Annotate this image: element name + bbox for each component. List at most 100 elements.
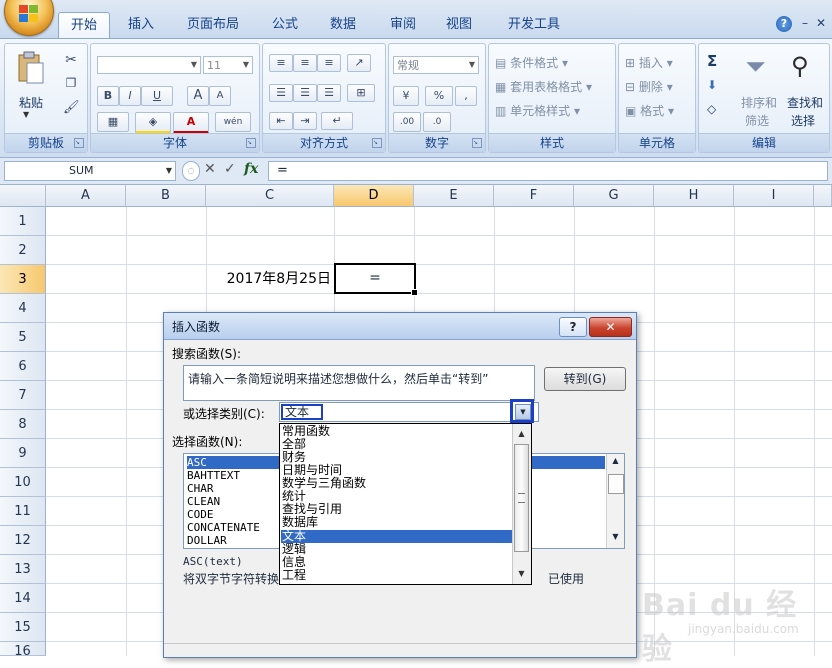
- list-item[interactable]: CHAR: [187, 482, 214, 495]
- row-header-6[interactable]: 6: [0, 352, 46, 381]
- insert-cells-button[interactable]: ⊞ 插入 ▾: [625, 54, 673, 71]
- scroll-down-icon[interactable]: ▼: [608, 532, 623, 546]
- delete-cells-button[interactable]: ⊟ 删除 ▾: [625, 78, 673, 95]
- dialog-help-button[interactable]: ?: [559, 317, 587, 337]
- row-header-10[interactable]: 10: [0, 468, 46, 497]
- grow-font-button[interactable]: A: [187, 86, 209, 106]
- name-box[interactable]: SUM ▼: [4, 161, 176, 181]
- list-item[interactable]: 信息: [281, 556, 514, 569]
- binoculars-icon[interactable]: ⚲: [791, 52, 809, 80]
- close-window-icon[interactable]: ✕: [814, 16, 828, 30]
- tab-insert[interactable]: 插入: [118, 12, 164, 38]
- column-header-c[interactable]: C: [206, 185, 334, 207]
- italic-button[interactable]: I: [119, 86, 141, 106]
- underline-button[interactable]: U: [141, 86, 173, 106]
- shrink-font-button[interactable]: A: [209, 86, 231, 106]
- category-dropdown-list[interactable]: 常用函数 全部 财务 日期与时间 数学与三角函数 统计 查找与引用 数据库 文本…: [279, 423, 532, 585]
- scroll-down-icon[interactable]: ▼: [514, 566, 529, 582]
- row-header-15[interactable]: 15: [0, 613, 46, 642]
- cell-c3[interactable]: 2017年8月25日: [207, 265, 333, 294]
- align-center-icon[interactable]: ☰: [293, 84, 317, 102]
- merge-center-icon[interactable]: ⊞: [347, 84, 375, 102]
- row-header-8[interactable]: 8: [0, 410, 46, 439]
- column-header-next[interactable]: [814, 185, 832, 207]
- insert-function-button[interactable]: fx: [244, 161, 258, 177]
- font-name-combo[interactable]: ▼: [97, 56, 201, 74]
- list-item[interactable]: DOLLAR: [187, 534, 227, 547]
- align-bottom-icon[interactable]: ≡: [317, 54, 341, 72]
- paste-label[interactable]: 粘贴: [19, 94, 43, 111]
- row-header-4[interactable]: 4: [0, 294, 46, 323]
- borders-icon[interactable]: ▦: [97, 112, 129, 132]
- tab-review[interactable]: 审阅: [380, 12, 426, 38]
- increase-decimal-button[interactable]: .00: [393, 112, 421, 132]
- column-header-b[interactable]: B: [126, 185, 206, 207]
- row-header-3[interactable]: 3: [0, 265, 46, 294]
- paste-dropdown-icon[interactable]: ▼: [23, 110, 29, 119]
- font-size-combo[interactable]: 11 ▼: [203, 56, 253, 74]
- format-painter-icon[interactable]: 🖌: [63, 100, 80, 116]
- column-header-f[interactable]: F: [494, 185, 574, 207]
- clear-icon[interactable]: ◇: [707, 102, 716, 116]
- tab-formulas[interactable]: 公式: [262, 12, 308, 38]
- list-item[interactable]: 常用函数: [281, 425, 514, 438]
- row-header-5[interactable]: 5: [0, 323, 46, 352]
- find-select-label2[interactable]: 选择: [791, 112, 815, 129]
- percent-button[interactable]: %: [425, 86, 453, 106]
- function-list-scrollbar[interactable]: ▲ ▼: [606, 454, 624, 548]
- column-header-h[interactable]: H: [654, 185, 734, 207]
- tab-view[interactable]: 视图: [436, 12, 482, 38]
- column-header-e[interactable]: E: [414, 185, 494, 207]
- tab-home[interactable]: 开始: [58, 12, 110, 39]
- list-item[interactable]: BAHTTEXT: [187, 469, 240, 482]
- tab-developer[interactable]: 开发工具: [496, 12, 572, 38]
- list-item[interactable]: CLEAN: [187, 495, 220, 508]
- column-header-a[interactable]: A: [46, 185, 126, 207]
- wrap-text-icon[interactable]: ↵: [321, 112, 353, 130]
- scroll-up-icon[interactable]: ▲: [608, 456, 623, 470]
- column-header-g[interactable]: G: [574, 185, 654, 207]
- fill-handle[interactable]: [411, 289, 418, 296]
- align-middle-icon[interactable]: ≡: [293, 54, 317, 72]
- number-launcher-icon[interactable]: ↘: [472, 138, 482, 148]
- scroll-thumb[interactable]: [608, 474, 624, 494]
- copy-icon[interactable]: ❐: [63, 76, 79, 92]
- font-color-icon[interactable]: A: [173, 112, 209, 134]
- row-header-7[interactable]: 7: [0, 381, 46, 410]
- align-left-icon[interactable]: ☰: [269, 84, 293, 102]
- row-header-9[interactable]: 9: [0, 439, 46, 468]
- goto-button[interactable]: 转到(G): [544, 367, 626, 391]
- cell-styles-button[interactable]: ▥ 单元格样式 ▾: [495, 102, 580, 119]
- row-header-1[interactable]: 1: [0, 207, 46, 236]
- sort-filter-label[interactable]: 排序和: [741, 94, 777, 111]
- number-format-combo[interactable]: 常规 ▼: [393, 56, 479, 74]
- tab-page-layout[interactable]: 页面布局: [178, 12, 248, 38]
- row-header-12[interactable]: 12: [0, 526, 46, 555]
- decrease-indent-icon[interactable]: ⇤: [269, 112, 293, 130]
- active-cell-d3[interactable]: =: [334, 263, 418, 296]
- formula-expand-icon[interactable]: ◌: [182, 161, 200, 181]
- row-header-13[interactable]: 13: [0, 555, 46, 584]
- clipboard-launcher-icon[interactable]: ↘: [74, 138, 84, 148]
- name-box-dropdown-icon[interactable]: ▼: [166, 162, 172, 180]
- row-header-11[interactable]: 11: [0, 497, 46, 526]
- font-launcher-icon[interactable]: ↘: [246, 138, 256, 148]
- column-header-d[interactable]: D: [334, 185, 414, 207]
- list-item[interactable]: CODE: [187, 508, 214, 521]
- column-header-i[interactable]: I: [734, 185, 814, 207]
- orientation-icon[interactable]: ↗: [347, 54, 371, 72]
- minimize-icon[interactable]: –: [798, 16, 812, 30]
- row-header-2[interactable]: 2: [0, 236, 46, 265]
- autosum-button[interactable]: Σ: [707, 52, 717, 70]
- alignment-launcher-icon[interactable]: ↘: [372, 138, 382, 148]
- enter-icon[interactable]: ✓: [224, 161, 236, 177]
- fill-icon[interactable]: ⬇: [707, 78, 717, 92]
- list-item[interactable]: CONCATENATE: [187, 521, 260, 534]
- cancel-icon[interactable]: ✕: [204, 161, 216, 177]
- row-header-16[interactable]: 16: [0, 642, 46, 659]
- category-dropdown-scrollbar[interactable]: ▲ ▼: [512, 424, 531, 584]
- list-item-selected[interactable]: 文本: [281, 530, 514, 543]
- formula-input[interactable]: =: [268, 161, 828, 181]
- select-all-corner[interactable]: [0, 185, 46, 207]
- fill-color-icon[interactable]: ◈: [135, 112, 171, 134]
